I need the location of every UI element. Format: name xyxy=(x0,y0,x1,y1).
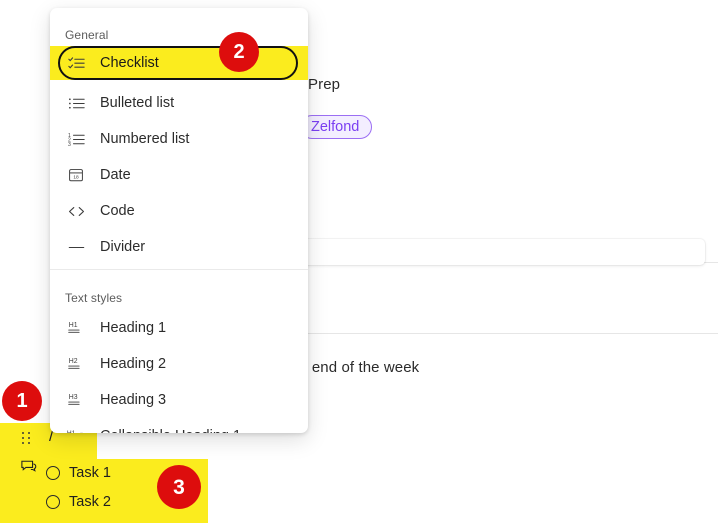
menu-item-label: Heading 2 xyxy=(100,356,167,372)
menu-item-label: Heading 1 xyxy=(100,320,167,336)
annotation-badge-2: 2 xyxy=(219,32,259,72)
checklist-icon xyxy=(66,53,86,73)
document-heading-fragment: Prep xyxy=(308,76,341,93)
task-item[interactable]: Task 2 xyxy=(46,490,111,514)
numbered-list-icon: 1 2 3 xyxy=(66,129,86,149)
slash-command-menu[interactable]: General Checklist Bulleted list 1 2 3 Nu… xyxy=(50,8,308,433)
annotation-badge-1: 1 xyxy=(2,381,42,421)
svg-text:H1: H1 xyxy=(68,322,77,329)
search-input[interactable] xyxy=(296,239,705,265)
menu-item-heading-1[interactable]: H1 Heading 1 xyxy=(50,310,308,346)
menu-item-code[interactable]: Code xyxy=(50,193,308,229)
menu-item-label: Code xyxy=(100,203,135,219)
menu-item-label: Date xyxy=(100,167,131,183)
task-label: Task 2 xyxy=(69,494,111,510)
comment-icon[interactable] xyxy=(20,459,38,475)
menu-item-label: Divider xyxy=(100,239,146,255)
svg-text:H2: H2 xyxy=(68,358,77,365)
mention-pill[interactable]: Zelfond xyxy=(300,115,373,139)
divider-icon xyxy=(66,237,86,257)
heading-2-icon: H2 xyxy=(66,354,86,374)
menu-item-label: Bulleted list xyxy=(100,95,175,111)
menu-item-collapsible-heading-1[interactable]: H1 Collapsible Heading 1 xyxy=(50,418,308,433)
task-label: Task 1 xyxy=(69,465,111,481)
menu-item-date[interactable]: 18 Date xyxy=(50,157,308,193)
annotation-badge-3: 3 xyxy=(157,465,201,509)
task-item[interactable]: Task 1 xyxy=(46,461,111,485)
heading-3-icon: H3 xyxy=(66,390,86,410)
bulleted-list-icon xyxy=(66,93,86,113)
menu-item-heading-3[interactable]: H3 Heading 3 xyxy=(50,382,308,418)
menu-section-separator xyxy=(50,269,308,270)
menu-item-checklist[interactable]: Checklist xyxy=(50,46,308,80)
collapsible-heading-1-icon: H1 xyxy=(66,426,86,433)
menu-item-label: Numbered list xyxy=(100,131,190,147)
document-divider-bottom xyxy=(300,333,718,334)
drag-dots-icon[interactable] xyxy=(22,432,33,447)
menu-item-label: Heading 3 xyxy=(100,392,167,408)
code-icon xyxy=(66,201,86,221)
menu-item-label: Collapsible Heading 1 xyxy=(100,428,241,433)
screenshot-stage: Prep Zelfond y end of the week / Task 1 … xyxy=(0,0,718,524)
heading-1-icon: H1 xyxy=(66,318,86,338)
menu-item-divider[interactable]: Divider xyxy=(50,229,308,265)
menu-item-bulleted-list[interactable]: Bulleted list xyxy=(50,85,308,121)
svg-text:3: 3 xyxy=(68,141,71,147)
svg-text:H3: H3 xyxy=(68,394,77,401)
document-body-fragment: y end of the week xyxy=(300,359,420,376)
calendar-icon: 18 xyxy=(66,165,86,185)
menu-item-heading-2[interactable]: H2 Heading 2 xyxy=(50,346,308,382)
svg-text:H1: H1 xyxy=(67,430,76,433)
menu-item-numbered-list[interactable]: 1 2 3 Numbered list xyxy=(50,121,308,157)
task-checkbox[interactable] xyxy=(46,466,60,480)
task-checkbox[interactable] xyxy=(46,495,60,509)
svg-text:18: 18 xyxy=(73,175,79,181)
menu-item-label: Checklist xyxy=(100,55,159,71)
menu-section-general-label: General xyxy=(65,28,109,42)
menu-section-text-styles-label: Text styles xyxy=(65,291,123,305)
